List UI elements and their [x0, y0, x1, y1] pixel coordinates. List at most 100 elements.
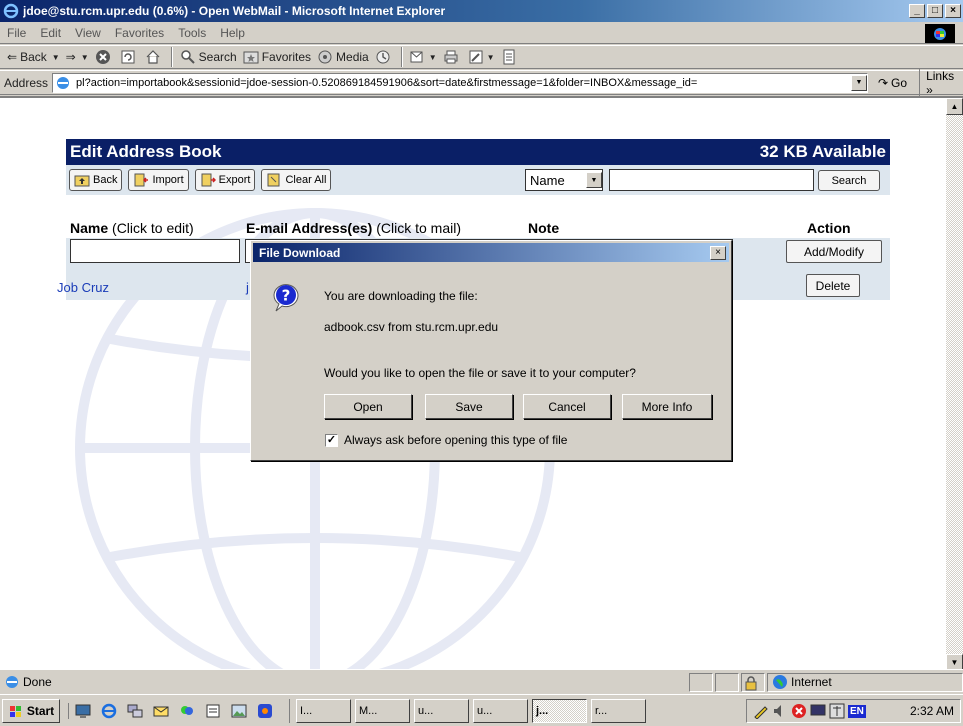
scroll-down-button[interactable]: ▼: [946, 654, 963, 669]
minimize-button[interactable]: _: [909, 4, 925, 18]
menu-favorites[interactable]: Favorites: [108, 26, 171, 40]
image-icon[interactable]: [231, 703, 247, 719]
menu-help[interactable]: Help: [213, 26, 252, 40]
addressbook-header: Edit Address Book 32 KB Available: [66, 139, 890, 165]
file-download-dialog: File Download × ? You are downloading th…: [250, 240, 732, 461]
search-field-select[interactable]: Name ▼: [525, 169, 603, 191]
mail-icon[interactable]: [153, 703, 169, 719]
page-title: Edit Address Book: [70, 142, 222, 161]
chevron-down-icon: ▼: [486, 52, 495, 62]
start-button[interactable]: Start: [2, 698, 60, 723]
back-button[interactable]: ⇐ Back ▼: [4, 47, 63, 67]
task-button[interactable]: I...: [296, 698, 351, 723]
media-player-icon[interactable]: [257, 703, 273, 719]
home-icon: [146, 50, 160, 64]
close-button[interactable]: ×: [945, 4, 961, 18]
chevron-down-icon: ▼: [586, 172, 602, 188]
notepad-icon[interactable]: [205, 703, 221, 719]
menu-view[interactable]: View: [68, 26, 108, 40]
cancel-button[interactable]: Cancel: [523, 394, 611, 419]
chevron-down-icon: ▼: [51, 52, 60, 62]
print-button[interactable]: [440, 47, 465, 67]
dialog-title-bar[interactable]: File Download ×: [253, 243, 729, 262]
more-info-button[interactable]: More Info: [622, 394, 712, 419]
speaker-icon[interactable]: [772, 703, 788, 719]
address-dropdown-icon[interactable]: ▼: [850, 74, 867, 91]
clock[interactable]: 2:32 AM: [910, 704, 954, 718]
home-button[interactable]: [142, 47, 167, 67]
ie-icon[interactable]: [101, 703, 117, 719]
dialog-close-button[interactable]: ×: [710, 245, 726, 260]
status-bar: Done Internet: [0, 669, 963, 694]
ab-search-button[interactable]: Search: [818, 170, 880, 191]
clear-all-button[interactable]: Clear All: [261, 169, 332, 191]
folder-up-icon: [74, 175, 90, 187]
go-button[interactable]: ↷ Go: [878, 76, 907, 90]
checkbox-mark[interactable]: ✓: [325, 433, 338, 447]
media-button[interactable]: Media: [314, 47, 372, 67]
input-method-icon[interactable]: [829, 703, 845, 719]
always-ask-checkbox[interactable]: ✓ Always ask before opening this type of…: [325, 433, 567, 447]
task-button-active[interactable]: j...: [532, 698, 587, 723]
task-button[interactable]: M...: [355, 698, 410, 723]
chat-icon[interactable]: [179, 703, 195, 719]
menu-bar: File Edit View Favorites Tools Help: [0, 22, 963, 44]
toolbar-separator: [400, 47, 403, 67]
menu-file[interactable]: File: [0, 26, 33, 40]
go-arrow-icon: ↷: [877, 75, 889, 90]
clear-all-label: Clear All: [285, 174, 327, 186]
monitor-icon[interactable]: [810, 703, 826, 719]
column-name-label: Name: [70, 220, 109, 236]
window-title-bar[interactable]: jdoe@stu.rcm.upr.edu (0.6%) - Open WebMa…: [0, 0, 963, 22]
task-button[interactable]: u...: [414, 698, 469, 723]
network-icon[interactable]: [127, 703, 143, 719]
export-button[interactable]: Export: [194, 169, 256, 191]
import-button[interactable]: Import: [128, 169, 189, 191]
menu-edit[interactable]: Edit: [33, 26, 68, 40]
entry-name-link[interactable]: Job Cruz: [57, 280, 109, 295]
search-button[interactable]: Search: [177, 47, 240, 67]
addressbook-toolbar: Back Import Export Clear All Name ▼ Sear…: [66, 165, 890, 195]
address-bar: Address pl?action=importabook&sessionid=…: [0, 68, 963, 97]
ab-back-button[interactable]: Back: [69, 169, 123, 191]
mail-button[interactable]: ▼: [407, 47, 440, 67]
favorites-button[interactable]: Favorites: [240, 47, 314, 67]
antivirus-icon[interactable]: [791, 703, 807, 719]
desktop-icon[interactable]: [75, 703, 91, 719]
links-button[interactable]: Links »: [919, 68, 963, 97]
forward-button[interactable]: ⇒ ▼: [63, 47, 92, 67]
export-label: Export: [218, 174, 251, 186]
internet-globe-icon: [773, 675, 787, 689]
vertical-scrollbar[interactable]: ▲ ▼: [946, 98, 963, 669]
dialog-line-3: Would you like to open the file or save …: [324, 366, 636, 380]
edit-button[interactable]: ▼: [465, 47, 498, 67]
entry-email-link[interactable]: j: [246, 280, 249, 295]
menu-tools[interactable]: Tools: [171, 26, 213, 40]
forward-arrow-icon: ⇒: [65, 50, 76, 64]
add-modify-button[interactable]: Add/Modify: [786, 240, 882, 263]
column-action: Action: [807, 220, 851, 236]
new-name-input[interactable]: [70, 239, 240, 263]
print-icon: [444, 50, 458, 64]
address-input[interactable]: pl?action=importabook&sessionid=jdoe-ses…: [52, 72, 868, 93]
svg-text:?: ?: [282, 287, 291, 305]
task-button[interactable]: r...: [591, 698, 646, 723]
media-label: Media: [336, 50, 369, 64]
search-input[interactable]: [609, 169, 814, 191]
language-indicator[interactable]: EN: [848, 704, 866, 718]
task-button[interactable]: u...: [473, 698, 528, 723]
open-button[interactable]: Open: [324, 394, 412, 419]
stop-button[interactable]: [92, 47, 117, 67]
back-label: Back: [20, 50, 47, 64]
import-label: Import: [152, 174, 184, 186]
refresh-button[interactable]: [117, 47, 142, 67]
discuss-button[interactable]: [498, 47, 523, 67]
tray-pencil-icon[interactable]: [753, 703, 769, 719]
delete-button[interactable]: Delete: [806, 274, 860, 297]
maximize-button[interactable]: □: [927, 4, 943, 18]
save-button[interactable]: Save: [425, 394, 513, 419]
document-icon: [503, 49, 515, 65]
scroll-up-button[interactable]: ▲: [946, 98, 963, 115]
task-list: I... M... u... u... j... r...: [289, 698, 650, 723]
history-button[interactable]: [372, 47, 397, 67]
